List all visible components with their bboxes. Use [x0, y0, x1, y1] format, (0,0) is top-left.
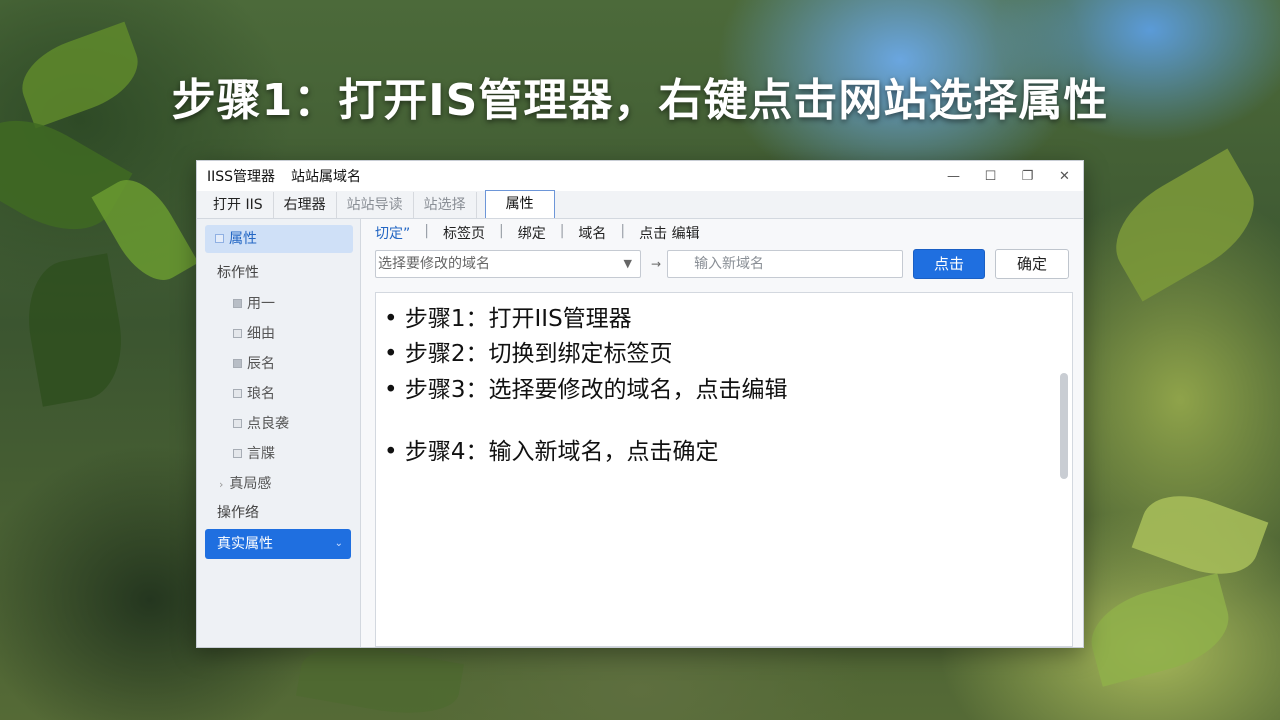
subtab-separator: | — [559, 223, 565, 239]
sidebar-item-label: 言牒 — [247, 446, 275, 462]
click-button[interactable]: 点击 — [913, 249, 986, 279]
sidebar-item-1[interactable]: 用一 — [233, 293, 275, 313]
subtab-separator: | — [424, 223, 429, 239]
sidebar: 属性 标作性 用一 细由 辰名 琅名 点良袭 言牒 › 真局感 操作络 真实属性 … — [197, 219, 361, 647]
slide-title: 步骤1：打开IS管理器，右键点击网站选择属性 — [171, 75, 1109, 126]
steps-text-area[interactable]: • 步骤1：打开IIS管理器 • 步骤2：切换到绑定标签页 • 步骤3：选择要修… — [375, 292, 1073, 647]
maximize-icon[interactable]: ☐ — [972, 161, 1009, 191]
checkbox-icon — [233, 329, 242, 338]
sidebar-item-label: 辰名 — [247, 356, 275, 372]
checkbox-icon — [233, 359, 242, 368]
checkbox-icon — [233, 419, 242, 428]
step-line-1: • 步骤1：打开IIS管理器 — [384, 306, 632, 332]
domain-select[interactable]: 选择要修改的域名 ▼ — [375, 250, 641, 278]
sidebar-item-label: 真局感 — [229, 476, 272, 492]
menu-tabbar: 打开 IIS 右理器 站站导读 站选择 属性 — [197, 190, 1083, 219]
minimize-icon[interactable]: — — [935, 161, 972, 191]
ok-button[interactable]: 确定 — [995, 249, 1070, 279]
domain-select-value: 选择要修改的域名 — [378, 256, 490, 272]
sidebar-item-label: 点良袭 — [247, 416, 289, 432]
tab-site-select[interactable]: 站选择 — [414, 192, 477, 218]
subtab-switch[interactable]: 切定” — [375, 223, 410, 243]
sidebar-expander[interactable]: › 真局感 — [219, 473, 271, 493]
domain-edit-row: 选择要修改的域名 ▼ → 输入新域名 点击 确定 — [375, 249, 1070, 279]
tab-manager[interactable]: 右理器 — [274, 192, 337, 218]
checkbox-icon — [233, 449, 242, 458]
sidebar-item-5[interactable]: 点良袭 — [233, 413, 289, 433]
chevron-right-icon: › — [219, 478, 224, 491]
close-icon[interactable]: ✕ — [1046, 161, 1083, 191]
sidebar-item-4[interactable]: 琅名 — [233, 383, 275, 403]
window-title: IISS管理器 — [207, 169, 276, 185]
subtab-binding[interactable]: 绑定 — [518, 223, 546, 243]
sidebar-item-2[interactable]: 细由 — [233, 323, 275, 343]
subtab-domain[interactable]: 域名 — [578, 223, 606, 243]
step-line-2: • 步骤2：切换到绑定标签页 — [384, 341, 673, 367]
sidebar-item-label: 用一 — [247, 296, 275, 312]
real-properties-button[interactable]: 真实属性 ⌄ — [205, 529, 351, 559]
iis-manager-window: IISS管理器 站站属域名 — ☐ ❐ ✕ 打开 IIS 右理器 站站导读 站选… — [196, 160, 1084, 648]
subtab-bar: 切定” | 标签页 | 绑定 | 域名 | 点击 编辑 — [375, 223, 714, 243]
sidebar-item-label: 琅名 — [247, 386, 275, 402]
subtab-separator: | — [498, 223, 504, 239]
real-properties-label: 真实属性 — [217, 536, 273, 552]
step-line-4: • 步骤4：输入新域名，点击确定 — [384, 439, 719, 465]
subtab-tabs[interactable]: 标签页 — [443, 223, 485, 243]
sidebar-section-label: 标作性 — [217, 265, 259, 281]
sidebar-item-6[interactable]: 言牒 — [233, 443, 275, 463]
tab-site-guide[interactable]: 站站导读 — [337, 192, 414, 218]
step-line-3: • 步骤3：选择要修改的域名，点击编辑 — [384, 377, 788, 403]
chevron-down-icon: ⌄ — [334, 538, 343, 549]
sidebar-item-3[interactable]: 辰名 — [233, 353, 275, 373]
restore-icon[interactable]: ❐ — [1009, 161, 1046, 191]
sidebar-item-label: 属性 — [229, 231, 257, 247]
scrollbar-thumb[interactable] — [1060, 373, 1068, 479]
dropdown-arrow-icon: ▼ — [623, 257, 632, 270]
window-titlebar: IISS管理器 站站属域名 — ☐ ❐ ✕ — [197, 161, 1083, 191]
checkbox-icon — [215, 234, 224, 243]
arrow-right-icon: → — [651, 257, 662, 271]
window-subtitle: 站站属域名 — [291, 169, 362, 185]
new-domain-input[interactable]: 输入新域名 — [667, 250, 904, 278]
window-controls: — ☐ ❐ ✕ — [935, 161, 1083, 191]
main-panel: 切定” | 标签页 | 绑定 | 域名 | 点击 编辑 选择要修改的域名 ▼ →… — [363, 219, 1083, 647]
sidebar-item-label: 细由 — [247, 326, 275, 342]
tab-open-iis[interactable]: 打开 IIS — [203, 192, 274, 218]
sidebar-item-properties[interactable]: 属性 — [205, 225, 353, 253]
tab-properties[interactable]: 属性 — [484, 190, 555, 218]
sidebar-footer-label: 操作络 — [217, 505, 259, 521]
checkbox-icon — [233, 299, 242, 308]
subtab-separator: | — [620, 223, 626, 239]
subtab-edit[interactable]: 点击 编辑 — [639, 223, 699, 243]
checkbox-icon — [233, 389, 242, 398]
